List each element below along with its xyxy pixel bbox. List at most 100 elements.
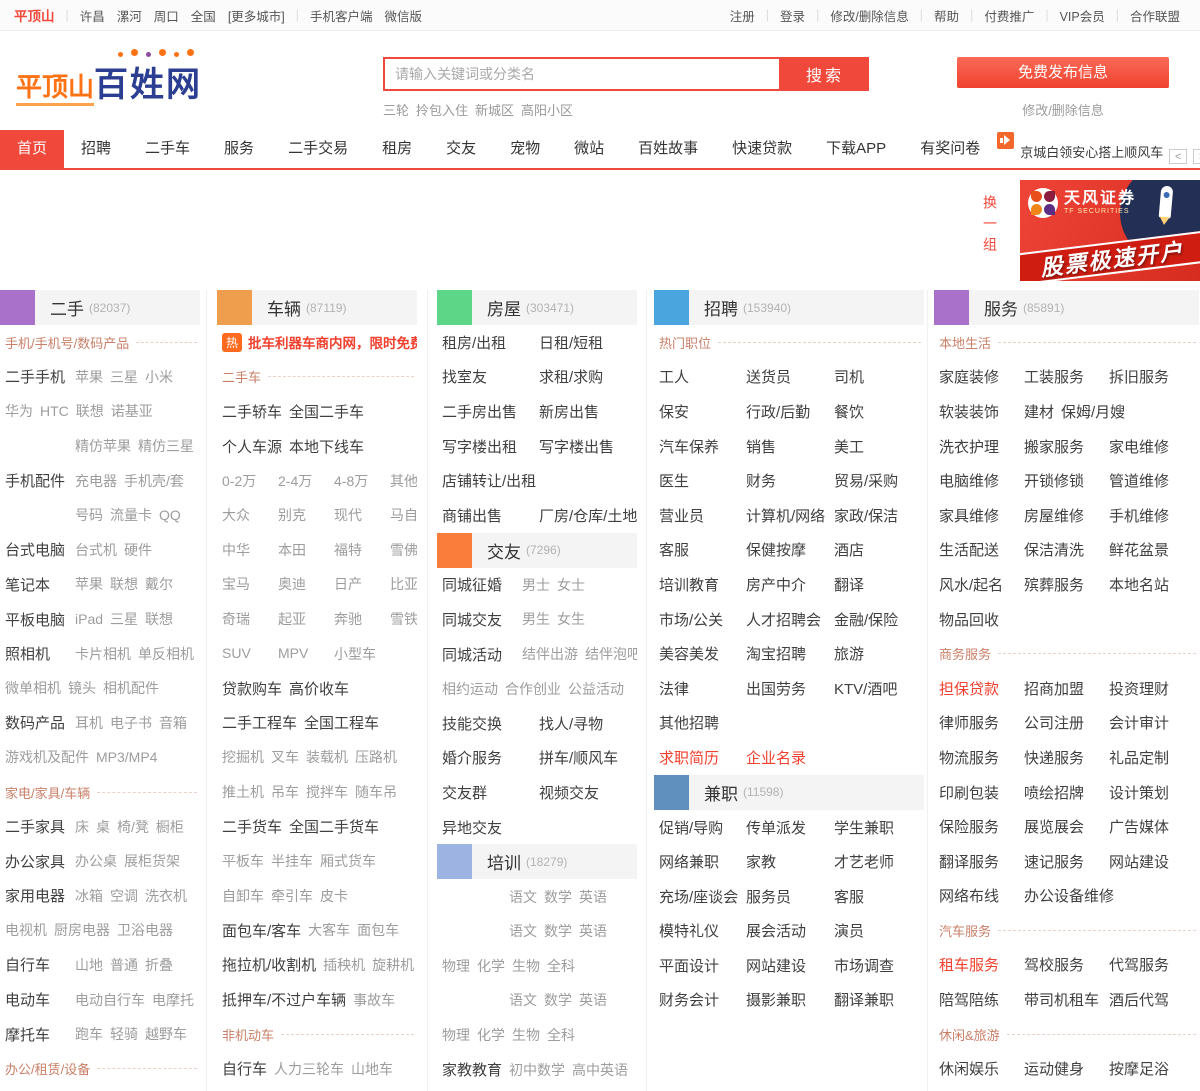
category-link[interactable]: 现代 xyxy=(334,505,362,525)
category-link[interactable]: 写字楼出租 xyxy=(442,436,517,457)
category-link[interactable]: 模特礼仪 xyxy=(659,920,719,941)
category-link[interactable]: 二手家具 xyxy=(5,816,65,837)
category-title[interactable]: 招聘 xyxy=(704,295,738,320)
category-link[interactable]: 礼品定制 xyxy=(1109,747,1169,768)
category-link[interactable]: 房屋维修 xyxy=(1024,505,1084,526)
category-link[interactable]: 全科 xyxy=(547,956,575,976)
category-link[interactable]: 跑车 xyxy=(75,1024,103,1044)
category-link[interactable]: 物流服务 xyxy=(939,747,999,768)
category-link[interactable]: 印刷包装 xyxy=(939,782,999,803)
category-link[interactable]: 生物 xyxy=(512,956,540,976)
category-link[interactable]: 汽车保养 xyxy=(659,436,719,457)
category-link[interactable]: 相约运动 xyxy=(442,679,498,699)
category-link[interactable]: 普通 xyxy=(110,955,138,975)
category-link[interactable]: 行政/后勤 xyxy=(746,401,810,422)
category-link[interactable]: 生物 xyxy=(512,1025,540,1045)
category-link[interactable]: 家电维修 xyxy=(1109,436,1169,457)
category-link[interactable]: 人力三轮车 xyxy=(274,1059,344,1079)
category-link[interactable]: 旋耕机 xyxy=(372,955,414,975)
category-link[interactable]: 促销/导购 xyxy=(659,817,723,838)
category-link[interactable]: 耳机 xyxy=(75,713,103,733)
category-link[interactable]: 小型车 xyxy=(334,644,376,664)
category-title[interactable]: 交友 xyxy=(487,538,521,563)
category-link[interactable]: 金融/保险 xyxy=(834,609,898,630)
category-link[interactable]: 传单派发 xyxy=(746,817,806,838)
category-link[interactable]: 网站建设 xyxy=(746,955,806,976)
category-link[interactable]: 自行车 xyxy=(222,1058,267,1079)
category-link[interactable]: 担保贷款 xyxy=(939,678,999,699)
category-link[interactable]: 保安 xyxy=(659,401,689,422)
category-link[interactable]: 公益活动 xyxy=(568,679,624,699)
category-link[interactable]: 结伴泡吧 xyxy=(585,644,637,664)
category-link[interactable]: 手机壳/套 xyxy=(124,471,184,491)
category-link[interactable]: 视频交友 xyxy=(539,782,599,803)
category-link[interactable]: 企业名录 xyxy=(746,747,806,768)
topbar-user-link[interactable]: 合作联盟 xyxy=(1130,6,1180,25)
category-link[interactable]: 奥迪 xyxy=(278,574,306,594)
nav-item[interactable]: 下载APP xyxy=(809,130,903,168)
category-link[interactable]: 半挂车 xyxy=(271,851,313,871)
category-link[interactable]: 按摩足浴 xyxy=(1109,1058,1169,1079)
category-link[interactable]: 异地交友 xyxy=(442,817,502,838)
category-link[interactable]: 厂房/仓库/土地 xyxy=(539,505,637,526)
category-link[interactable]: 平板车 xyxy=(222,851,264,871)
category-link[interactable]: 找室友 xyxy=(442,366,487,387)
category-link[interactable]: 搅拌车 xyxy=(306,782,348,802)
category-link[interactable]: 酒后代驾 xyxy=(1109,989,1169,1010)
category-link[interactable]: 家教 xyxy=(746,851,776,872)
nav-item[interactable]: 交友 xyxy=(429,130,493,168)
category-link[interactable]: 培训教育 xyxy=(659,574,719,595)
category-link[interactable]: 二手工程车 xyxy=(222,712,297,733)
topbar-app-link[interactable]: 微信版 xyxy=(385,10,423,24)
category-link[interactable]: 游戏机及配件 xyxy=(5,747,89,767)
category-link[interactable]: 高中英语 xyxy=(572,1060,628,1080)
news-ticker-link[interactable]: 京城白领安心搭上顺风车 xyxy=(1020,142,1163,161)
category-link[interactable]: 同城交友 xyxy=(442,609,502,630)
category-link[interactable]: 苹果 xyxy=(75,574,103,594)
category-link[interactable]: 相机配件 xyxy=(103,678,159,698)
category-link[interactable]: 店铺转让/出租 xyxy=(442,470,536,491)
category-link[interactable]: 家具维修 xyxy=(939,505,999,526)
category-link[interactable]: 女生 xyxy=(557,609,585,629)
category-title[interactable]: 服务 xyxy=(984,295,1018,320)
category-link[interactable]: 数码产品 xyxy=(5,712,65,733)
category-link[interactable]: 吊车 xyxy=(271,782,299,802)
category-link[interactable]: 台式电脑 xyxy=(5,539,65,560)
category-link[interactable]: 卡片相机 xyxy=(75,644,131,664)
category-link[interactable]: 镜头 xyxy=(68,678,96,698)
category-link[interactable]: 速记服务 xyxy=(1024,851,1084,872)
category-link[interactable]: 高价收车 xyxy=(289,678,349,699)
category-link[interactable]: 戴尔 xyxy=(145,574,173,594)
category-link[interactable]: 数学 xyxy=(544,990,572,1010)
category-link[interactable]: 女士 xyxy=(557,575,585,595)
category-link[interactable]: 号码 xyxy=(75,505,103,525)
category-title[interactable]: 二手 xyxy=(50,295,84,320)
category-link[interactable]: 开锁修锁 xyxy=(1024,470,1084,491)
category-link[interactable]: 二手轿车 xyxy=(222,401,282,422)
category-link[interactable]: 男生 xyxy=(522,609,550,629)
category-link[interactable]: 快递服务 xyxy=(1024,747,1084,768)
category-link[interactable]: 其他 xyxy=(390,471,417,491)
category-link[interactable]: 化学 xyxy=(477,1025,505,1045)
category-link[interactable]: 会计审计 xyxy=(1109,712,1169,733)
category-link[interactable]: 本地名站 xyxy=(1109,574,1169,595)
category-link[interactable]: 山地 xyxy=(75,955,103,975)
category-link[interactable]: 淘宝招聘 xyxy=(746,643,806,664)
category-link[interactable]: 4-8万 xyxy=(334,471,368,491)
category-link[interactable]: 诺基亚 xyxy=(111,401,153,421)
category-link[interactable]: 奔驰 xyxy=(334,609,362,629)
category-link[interactable]: 化学 xyxy=(477,956,505,976)
category-link[interactable]: 皮卡 xyxy=(320,886,348,906)
category-link[interactable]: 管道维修 xyxy=(1109,470,1169,491)
category-link[interactable]: 事故车 xyxy=(353,990,395,1010)
category-link[interactable]: 初中数学 xyxy=(509,1060,565,1080)
category-link[interactable]: 家教教育 xyxy=(442,1059,502,1080)
category-link[interactable]: 英语 xyxy=(579,921,607,941)
category-link[interactable]: 轻骑 xyxy=(110,1024,138,1044)
category-link[interactable]: 人才招聘会 xyxy=(746,609,821,630)
category-link[interactable]: 厢式货车 xyxy=(320,851,376,871)
category-link[interactable]: 驾校服务 xyxy=(1024,954,1084,975)
category-link[interactable]: 笔记本 xyxy=(5,574,50,595)
category-link[interactable]: 保姆/月嫂 xyxy=(1061,401,1125,422)
category-link[interactable]: 结伴出游 xyxy=(522,644,578,664)
